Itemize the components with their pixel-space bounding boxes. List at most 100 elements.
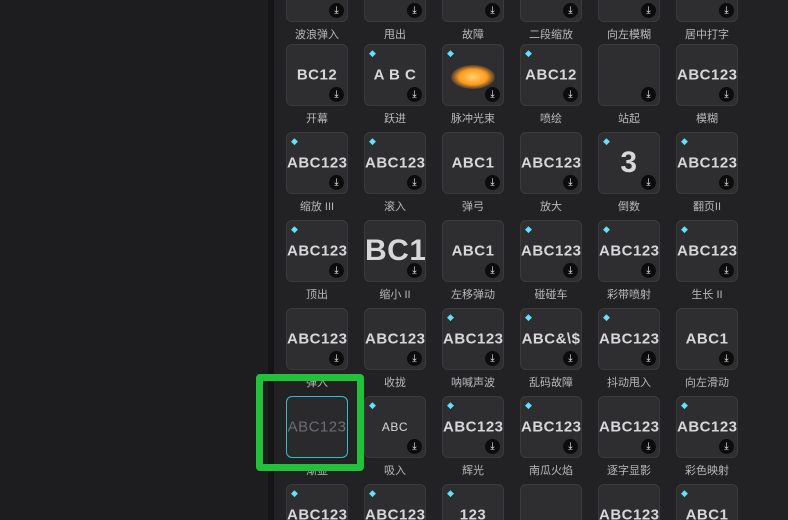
effect-tile[interactable]: ABC12 ◆ ⤓ <box>520 44 582 106</box>
effect-tile[interactable]: ABC123◆⤓ <box>676 132 738 194</box>
download-icon[interactable]: ⤓ <box>719 263 734 278</box>
effect-tile[interactable]: ABC123◆⤓ <box>364 132 426 194</box>
download-icon[interactable]: ⤓ <box>563 263 578 278</box>
download-icon[interactable]: ⤓ <box>329 351 344 366</box>
effect-tile[interactable]: ABC123◆⤓ <box>286 220 348 282</box>
effect-tile[interactable]: ABC123◆⤓ <box>598 308 660 370</box>
effect-tile[interactable]: ⤓ <box>442 0 504 22</box>
effect-tile[interactable]: ABC123⤓ <box>598 396 660 458</box>
effect-tile[interactable]: ABC123◆⤓ <box>286 132 348 194</box>
effect-tile[interactable]: ABC123◆⤓ <box>598 220 660 282</box>
effect-label: 缩小 II <box>379 289 411 301</box>
effect-label: 南瓜火焰 <box>529 465 573 477</box>
download-icon[interactable]: ⤓ <box>641 439 656 454</box>
effect-tile[interactable]: ABC123◆⤓ <box>676 220 738 282</box>
download-icon[interactable]: ⤓ <box>641 3 656 18</box>
effect-tile[interactable]: ABC123◆⤓ <box>442 308 504 370</box>
effect-tile[interactable]: 3 ◆ ⤓ <box>598 132 660 194</box>
effect-tile[interactable]: ◆ ⤓ <box>442 44 504 106</box>
effect-preview-text: ABC123 <box>287 418 347 436</box>
effect-label: 翻页II <box>692 201 722 213</box>
effect-tile[interactable]: ⤓ <box>286 0 348 22</box>
effect-tile[interactable]: ⤓ <box>364 0 426 22</box>
download-icon[interactable]: ⤓ <box>719 439 734 454</box>
effect-tile[interactable]: ⤓ <box>520 484 582 520</box>
download-icon[interactable]: ⤓ <box>719 351 734 366</box>
download-icon[interactable]: ⤓ <box>329 87 344 102</box>
effect-tile[interactable]: ⤓ <box>598 44 660 106</box>
effect-preview-text: ABC <box>381 420 409 434</box>
download-icon[interactable]: ⤓ <box>563 439 578 454</box>
effect-tile[interactable]: ABC123◆⤓ <box>364 484 426 520</box>
download-icon[interactable]: ⤓ <box>485 3 500 18</box>
diamond-icon: ◆ <box>369 136 376 146</box>
download-icon[interactable]: ⤓ <box>407 3 422 18</box>
download-icon[interactable]: ⤓ <box>719 87 734 102</box>
effect-tile[interactable]: ABC123◆⤓ <box>442 396 504 458</box>
effect-tile[interactable]: ABC123⤓ <box>676 44 738 106</box>
download-icon[interactable]: ⤓ <box>407 87 422 102</box>
effect-tile[interactable]: ABC123⤓ <box>364 308 426 370</box>
effect-tile[interactable]: A B C ◆ ⤓ <box>364 44 426 106</box>
effect-tile[interactable]: ABC123⤓ <box>598 484 660 520</box>
effect-label: 生长 II <box>691 289 723 301</box>
download-icon[interactable]: ⤓ <box>641 351 656 366</box>
download-icon[interactable]: ⤓ <box>329 3 344 18</box>
download-icon[interactable]: ⤓ <box>329 175 344 190</box>
download-icon[interactable]: ⤓ <box>485 439 500 454</box>
effect-tile[interactable]: ABC&\$ ◆ ⤓ <box>520 308 582 370</box>
left-pane <box>0 0 268 520</box>
effect-tile[interactable]: ABC123◆⤓ <box>520 220 582 282</box>
download-icon[interactable]: ⤓ <box>563 351 578 366</box>
effect-label: 开幕 <box>306 113 328 125</box>
download-icon[interactable]: ⤓ <box>563 175 578 190</box>
download-icon[interactable]: ⤓ <box>641 175 656 190</box>
download-icon[interactable]: ⤓ <box>563 87 578 102</box>
download-icon[interactable]: ⤓ <box>641 263 656 278</box>
download-icon[interactable]: ⤓ <box>719 3 734 18</box>
diamond-icon: ◆ <box>447 48 454 58</box>
glow-effect-preview <box>451 65 495 89</box>
effect-tile[interactable]: ABC123◆⤓ <box>520 396 582 458</box>
download-icon[interactable]: ⤓ <box>485 351 500 366</box>
effect-tile[interactable]: BC12⤓ <box>286 44 348 106</box>
download-icon[interactable]: ⤓ <box>407 175 422 190</box>
effect-tile[interactable]: ABC123◆⤓ <box>286 484 348 520</box>
effect-preview-text: A B C <box>373 66 417 84</box>
download-icon[interactable]: ⤓ <box>719 175 734 190</box>
effect-label: 二段缩放 <box>529 29 573 41</box>
effect-tile[interactable]: ABC1◆⤓ <box>676 484 738 520</box>
effect-tile[interactable]: ABC1 ⤓ <box>442 220 504 282</box>
effect-tile[interactable]: ABC1 ⤓ <box>676 308 738 370</box>
animation-effects-panel: ⤓ 波浪弹入 ⤓ 甩出 ⤓ 故障 ⤓ 二段缩放 ⤓ 向左模糊 ⤓ 居中打字 BC12 ⤓ 开幕 A B C ◆ ⤓… <box>274 0 788 520</box>
download-icon[interactable]: ⤓ <box>485 263 500 278</box>
effect-tile[interactable]: ⤓ <box>676 0 738 22</box>
effect-tile[interactable]: ABC123◆⤓ <box>676 396 738 458</box>
effect-tile[interactable]: ⤓ <box>598 0 660 22</box>
effect-label: 顶出 <box>306 289 328 301</box>
effect-tile[interactable]: ABC ◆ ⤓ <box>364 396 426 458</box>
effect-preview-text: 123 <box>459 506 487 520</box>
effect-tile[interactable]: 123◆⤓ <box>442 484 504 520</box>
effect-label: 抖动甩入 <box>607 377 651 389</box>
download-icon[interactable]: ⤓ <box>329 263 344 278</box>
effect-label: 彩带喷射 <box>607 289 651 301</box>
download-icon[interactable]: ⤓ <box>407 263 422 278</box>
effect-label: 弹弓 <box>462 201 484 213</box>
download-icon[interactable]: ⤓ <box>641 87 656 102</box>
effect-tile[interactable]: ⤓ <box>520 0 582 22</box>
effect-label: 向左模糊 <box>607 29 651 41</box>
download-icon[interactable]: ⤓ <box>485 87 500 102</box>
download-icon[interactable]: ⤓ <box>407 439 422 454</box>
effect-preview-text: ABC123 <box>521 418 582 436</box>
download-icon[interactable]: ⤓ <box>563 3 578 18</box>
download-icon[interactable]: ⤓ <box>485 175 500 190</box>
diamond-icon: ◆ <box>603 312 610 322</box>
download-icon[interactable]: ⤓ <box>407 351 422 366</box>
effect-tile[interactable]: ABC1 ⤓ <box>442 132 504 194</box>
effect-tile[interactable]: ABC123 <box>286 396 348 458</box>
effect-label: 逐字显影 <box>607 465 651 477</box>
effect-tile[interactable]: ABC123⤓ <box>520 132 582 194</box>
effect-tile[interactable]: ABC123⤓ <box>286 308 348 370</box>
effect-tile[interactable]: BC12⤓ <box>364 220 426 282</box>
